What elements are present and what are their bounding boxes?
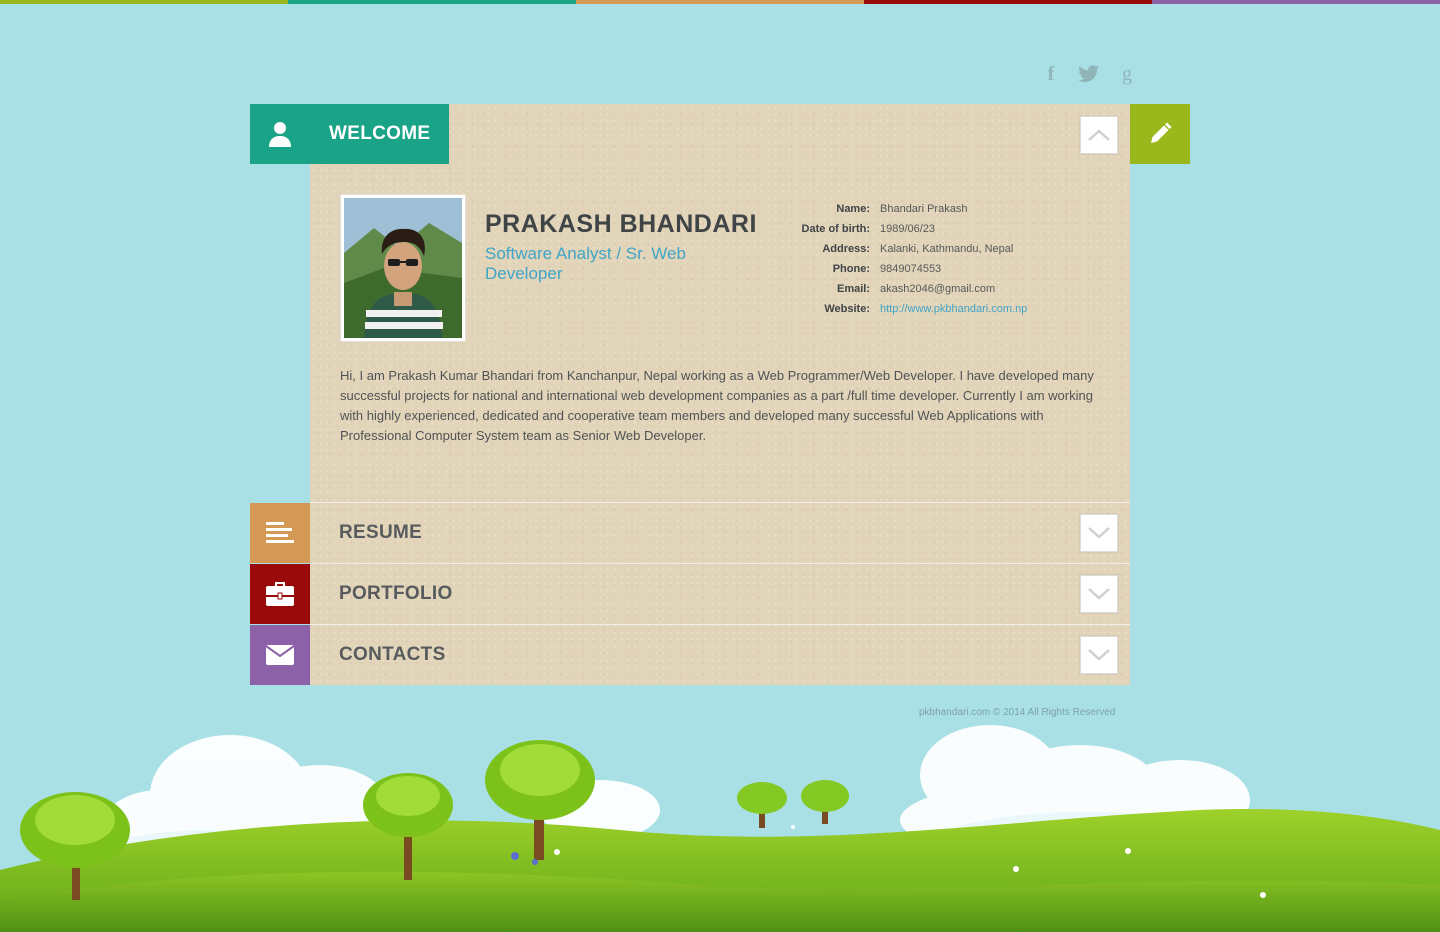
chevron-down-icon [1088,588,1110,600]
expand-contacts-button[interactable] [1080,636,1118,674]
section-contacts[interactable]: CONTACTS [250,625,1130,685]
section-label: RESUME [339,522,423,543]
section-portfolio[interactable]: PORTFOLIO [250,564,1130,624]
info-value: Kalanki, Kathmandu, Nepal [880,243,1014,255]
user-icon [250,104,310,164]
info-label: Name: [836,203,870,215]
profile-photo [340,194,466,342]
briefcase-icon [250,564,310,624]
envelope-icon [250,625,310,685]
section-label: CONTACTS [339,644,446,665]
profile-info: Name: Bhandari Prakash Date of birth: 19… [710,199,1028,319]
website-link[interactable]: http://www.pkbhandari.com.np [880,303,1027,315]
align-left-icon [250,503,310,563]
info-label: Website: [824,303,870,315]
info-value: Bhandari Prakash [880,203,968,215]
facebook-icon[interactable]: f [1040,62,1062,86]
pencil-icon [1151,122,1172,143]
info-value: 1989/06/23 [880,223,936,235]
topbar-segment [1152,0,1440,4]
profile-role: Software Analyst / Sr. Web Developer [485,244,686,283]
info-label: Phone: [832,263,870,275]
topbar-segment [0,0,288,4]
expand-portfolio-button[interactable] [1080,575,1118,613]
info-label: Date of birth: [801,223,870,235]
info-row-email: Email: akash2046@gmail.com [710,279,1027,299]
info-label: Email: [836,283,870,295]
welcome-header[interactable]: WELCOME [250,104,450,164]
topbar-segment [288,0,576,4]
landscape-illustration [0,725,1440,932]
info-row-address: Address: Kalanki, Kathmandu, Nepal [710,239,1027,259]
info-row-website: Website: http://www.pkbhandari.com.np [710,299,1027,319]
chevron-down-icon [1088,527,1110,539]
google-plus-icon[interactable]: g [1116,62,1138,86]
info-row-name: Name: Bhandari Prakash [710,199,1027,219]
info-label: Address: [822,243,870,255]
edit-button[interactable] [1130,104,1190,164]
topbar-segment [864,0,1152,4]
expand-resume-button[interactable] [1080,514,1118,552]
chevron-down-icon [1088,649,1110,661]
welcome-title: WELCOME [310,104,450,164]
chevron-up-icon [1088,129,1110,141]
profile-bio: Hi, I am Prakash Kumar Bhandari from Kan… [340,368,1094,443]
social-links: f g [1040,62,1138,86]
section-resume[interactable]: RESUME [250,503,1130,563]
collapse-welcome-button[interactable] [1080,116,1118,154]
section-label: PORTFOLIO [339,583,453,604]
info-row-phone: Phone: 9849074553 [710,259,1027,279]
info-value: 9849074553 [880,263,942,275]
info-row-dob: Date of birth: 1989/06/23 [710,219,1027,239]
twitter-icon[interactable] [1078,62,1100,86]
topbar-segment [576,0,864,4]
top-color-bar [0,0,1440,4]
info-value: akash2046@gmail.com [880,283,996,295]
